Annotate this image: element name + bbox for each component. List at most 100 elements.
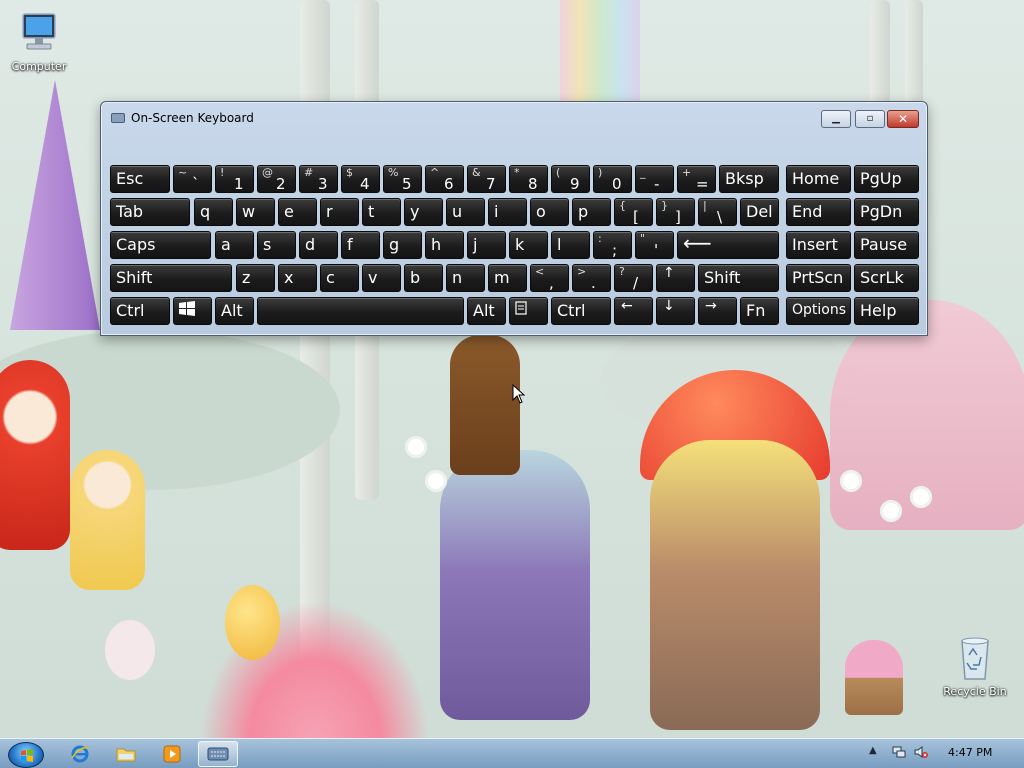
key-quote[interactable]: " ' [635,231,674,259]
wallpaper-flower [425,470,447,492]
key-arrow-right[interactable]: → [698,297,737,325]
key-c[interactable]: c [320,264,359,292]
key-pgup[interactable]: PgUp [854,165,919,193]
key-arrow-up[interactable]: ↑ [656,264,695,292]
key-p[interactable]: p [572,198,611,226]
key-slash[interactable]: ? / [614,264,653,292]
key-e[interactable]: e [278,198,317,226]
key-help[interactable]: Help [854,297,919,325]
volume-muted-icon[interactable] [914,745,928,759]
key-options[interactable]: Options [786,297,851,325]
taskbar-clock[interactable]: 4:47 PM [948,746,992,759]
key-end[interactable]: End [786,198,851,226]
key-menu[interactable] [509,297,548,325]
key-shift-right[interactable]: Shift [698,264,779,292]
key-alt-right[interactable]: Alt [467,297,506,325]
key-t[interactable]: t [362,198,401,226]
key-q[interactable]: q [194,198,233,226]
key-l[interactable]: l [551,231,590,259]
key-equals[interactable]: + = [677,165,716,193]
key-ctrl-left[interactable]: Ctrl [110,297,170,325]
key-f[interactable]: f [341,231,380,259]
taskbar-on-screen-keyboard[interactable] [198,741,238,767]
key-6[interactable]: ^ 6 [425,165,464,193]
wallpaper-rainbow [560,0,640,110]
key-tab[interactable]: Tab [110,198,190,226]
key-o[interactable]: o [530,198,569,226]
key-arrow-left[interactable]: ← [614,297,653,325]
key-s[interactable]: s [257,231,296,259]
taskbar-media-player[interactable] [152,741,192,767]
wallpaper-flower [840,470,862,492]
on-screen-keyboard-window[interactable]: On-Screen Keyboard ▁ ▫ ✕ Esc ~ ` ! 1 @2 #3… [100,101,928,336]
key-x[interactable]: x [278,264,317,292]
key-b[interactable]: b [404,264,443,292]
show-hidden-icons-arrow[interactable]: ▲ [869,745,883,759]
key-a[interactable]: a [215,231,254,259]
minimize-button[interactable]: ▁ [821,110,851,128]
key-pause[interactable]: Pause [854,231,919,259]
key-semicolon[interactable]: :; [593,231,632,259]
key-enter[interactable]: ⟵ [677,231,779,259]
window-titlebar[interactable]: On-Screen Keyboard ▁ ▫ ✕ [101,102,927,136]
key-5[interactable]: % 5 [383,165,422,193]
key-4[interactable]: $4 [341,165,380,193]
key-8[interactable]: * 8 [509,165,548,193]
key-v[interactable]: v [362,264,401,292]
key-n[interactable]: n [446,264,485,292]
wallpaper-flower [880,500,902,522]
key-insert[interactable]: Insert [786,231,851,259]
key-3[interactable]: #3 [299,165,338,193]
key-7[interactable]: & 7 [467,165,506,193]
key-del[interactable]: Del [740,198,779,226]
key-home[interactable]: Home [786,165,851,193]
key-backtick[interactable]: ~ ` [173,165,212,193]
start-button[interactable] [8,742,44,768]
key-r[interactable]: r [320,198,359,226]
taskbar-internet-explorer[interactable] [60,741,100,767]
key-g[interactable]: g [383,231,422,259]
close-button[interactable]: ✕ [887,110,919,128]
key-period[interactable]: >. [572,264,611,292]
recycle-bin-icon [961,637,989,680]
key-k[interactable]: k [509,231,548,259]
network-icon[interactable] [892,745,906,759]
key-fn[interactable]: Fn [740,297,779,325]
key-esc[interactable]: Esc [110,165,170,193]
key-2[interactable]: @2 [257,165,296,193]
key-prtscn[interactable]: PrtScn [786,264,851,292]
key-pgdn[interactable]: PgDn [854,198,919,226]
key-shift-left[interactable]: Shift [110,264,232,292]
key-backspace[interactable]: Bksp [719,165,779,193]
key-m[interactable]: m [488,264,527,292]
key-h[interactable]: h [425,231,464,259]
key-ctrl-right[interactable]: Ctrl [551,297,611,325]
key-arrow-down[interactable]: ↓ [656,297,695,325]
restore-button[interactable]: ▫ [855,110,885,128]
key-d[interactable]: d [299,231,338,259]
taskbar-windows-explorer[interactable] [106,741,146,767]
key-u[interactable]: u [446,198,485,226]
key-caps[interactable]: Caps [110,231,211,259]
key-right-bracket[interactable]: }] [656,198,695,226]
key-j[interactable]: j [467,231,506,259]
arrow-down-icon: ↓ [663,298,675,314]
key-left-bracket[interactable]: {[ [614,198,653,226]
key-windows[interactable] [173,297,212,325]
wallpaper-bear-character [450,335,520,475]
key-backslash[interactable]: | \ [698,198,737,226]
key-alt-left[interactable]: Alt [215,297,254,325]
key-comma[interactable]: <, [530,264,569,292]
key-scrlk[interactable]: ScrLk [854,264,919,292]
key-1[interactable]: ! 1 [215,165,254,193]
desktop-icon-computer[interactable]: Computer [3,12,75,73]
key-9[interactable]: (9 [551,165,590,193]
key-space[interactable] [257,297,464,325]
desktop-icon-recycle-bin[interactable]: Recycle Bin [939,635,1011,698]
key-z[interactable]: z [236,264,275,292]
key-w[interactable]: w [236,198,275,226]
key-minus[interactable]: _ - [635,165,674,193]
key-y[interactable]: y [404,198,443,226]
key-0[interactable]: ) 0 [593,165,632,193]
key-i[interactable]: i [488,198,527,226]
